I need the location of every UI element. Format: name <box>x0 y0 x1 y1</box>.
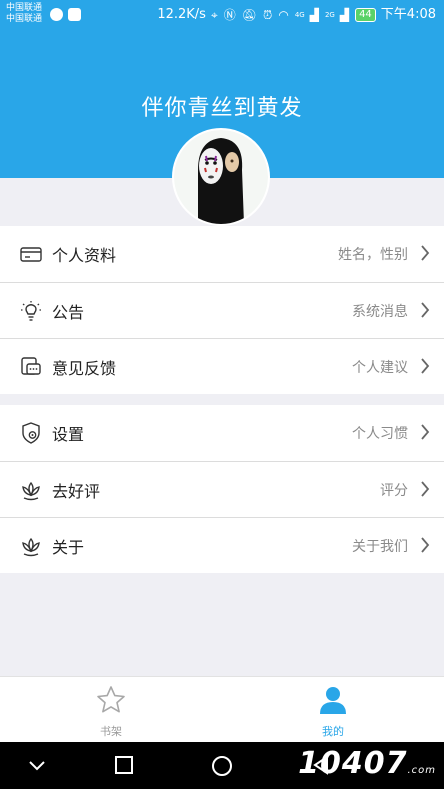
lightbulb-icon <box>20 300 42 322</box>
recents-square-icon[interactable] <box>113 754 135 776</box>
menu-item-hint: 系统消息 <box>352 303 408 320</box>
chevron-right-icon <box>421 245 430 261</box>
nfc-icon: Ⓝ <box>223 8 237 22</box>
carrier-1: 中国联通 <box>6 3 43 13</box>
menu-item-notice[interactable]: 公告 系统消息 <box>0 282 444 338</box>
menu-item-hint: 姓名，性别 <box>338 247 408 263</box>
chevron-right-icon <box>421 537 430 553</box>
chevron-right-icon <box>421 481 430 497</box>
signal-1-label: 4G <box>294 11 305 19</box>
system-nav-bar: 10407.com <box>0 742 444 789</box>
menu-item-label: 去好评 <box>52 481 101 501</box>
chat-notification-icon <box>50 8 63 21</box>
battery-indicator: 44 <box>355 8 376 22</box>
carrier-info: 中国联通 中国联通 <box>6 3 42 25</box>
watermark-text: 10407 <box>298 746 408 781</box>
feedback-icon <box>20 356 42 378</box>
status-time: 下午4:08 <box>380 7 436 22</box>
menu-item-about[interactable]: 关于 关于我们 <box>0 517 444 573</box>
bottom-tab-bar: 书架 我的 <box>0 676 444 742</box>
header-title: 伴你青丝到黄发 <box>141 96 303 121</box>
menu-item-feedback[interactable]: 意见反馈 个人建议 <box>0 338 444 394</box>
tab-label: 书架 <box>100 725 122 738</box>
tab-bookshelf[interactable]: 书架 <box>71 685 151 739</box>
watermark-domain: .com <box>407 765 436 776</box>
chevron-right-icon <box>421 358 430 374</box>
signal-2-icon: ▟ <box>339 8 351 22</box>
location-icon: ⌖ <box>210 8 219 22</box>
lotus-icon <box>20 479 42 501</box>
tab-label: 我的 <box>322 725 344 738</box>
network-speed: 12.2K/s <box>157 7 206 22</box>
menu-item-label: 个人资料 <box>52 246 117 265</box>
mute-icon: 🔕︎ <box>241 8 258 22</box>
menu-item-label: 公告 <box>52 302 85 322</box>
menu-item-rate[interactable]: 去好评 评分 <box>0 461 444 517</box>
menu-item-hint: 评分 <box>380 482 408 499</box>
menu-item-hint: 个人建议 <box>352 359 408 376</box>
signal-1-icon: ▟ <box>309 8 320 22</box>
chevron-right-icon <box>421 302 430 318</box>
id-card-icon <box>20 243 42 265</box>
menu-item-hint: 个人习惯 <box>352 426 408 442</box>
settings-shield-icon <box>20 422 42 444</box>
menu-item-label: 关于 <box>52 537 85 557</box>
menu-item-label: 意见反馈 <box>52 358 117 378</box>
wifi-icon: ◠ <box>278 8 290 22</box>
no-face-avatar-icon <box>174 130 268 224</box>
chevron-right-icon <box>421 424 430 440</box>
status-right: 12.2K/s ⌖ Ⓝ 🔕︎ ⏰︎ ◠ 4G ▟ 2G ▟ 44 下午4:08 <box>157 6 436 24</box>
watermark-logo: 10407.com <box>298 746 436 781</box>
menu-item-settings[interactable]: 设置 个人习惯 <box>0 405 444 461</box>
lotus-icon <box>20 535 42 557</box>
home-circle-icon[interactable] <box>210 754 234 778</box>
menu-group-1: 个人资料 姓名，性别 公告 系统消息 意见反馈 个人建议 <box>0 226 444 394</box>
person-icon <box>320 687 346 714</box>
menu-item-profile[interactable]: 个人资料 姓名，性别 <box>0 226 444 282</box>
menu-group-2: 设置 个人习惯 去好评 评分 关于 关于我们 <box>0 405 444 573</box>
star-icon <box>97 686 125 713</box>
status-bar: 中国联通 中国联通 12.2K/s ⌖ Ⓝ 🔕︎ ⏰︎ ◠ 4G ▟ 2G ▟ … <box>0 0 444 30</box>
alarm-icon: ⏰︎ <box>262 8 274 22</box>
chevron-down-icon[interactable] <box>26 754 48 776</box>
carrier-2: 中国联通 <box>6 14 43 24</box>
tab-me[interactable]: 我的 <box>293 685 373 739</box>
menu-item-hint: 关于我们 <box>352 538 408 555</box>
video-notification-icon <box>68 8 81 21</box>
avatar[interactable] <box>172 128 270 226</box>
menu-item-label: 设置 <box>52 425 85 444</box>
signal-2-label: 2G <box>324 11 335 19</box>
